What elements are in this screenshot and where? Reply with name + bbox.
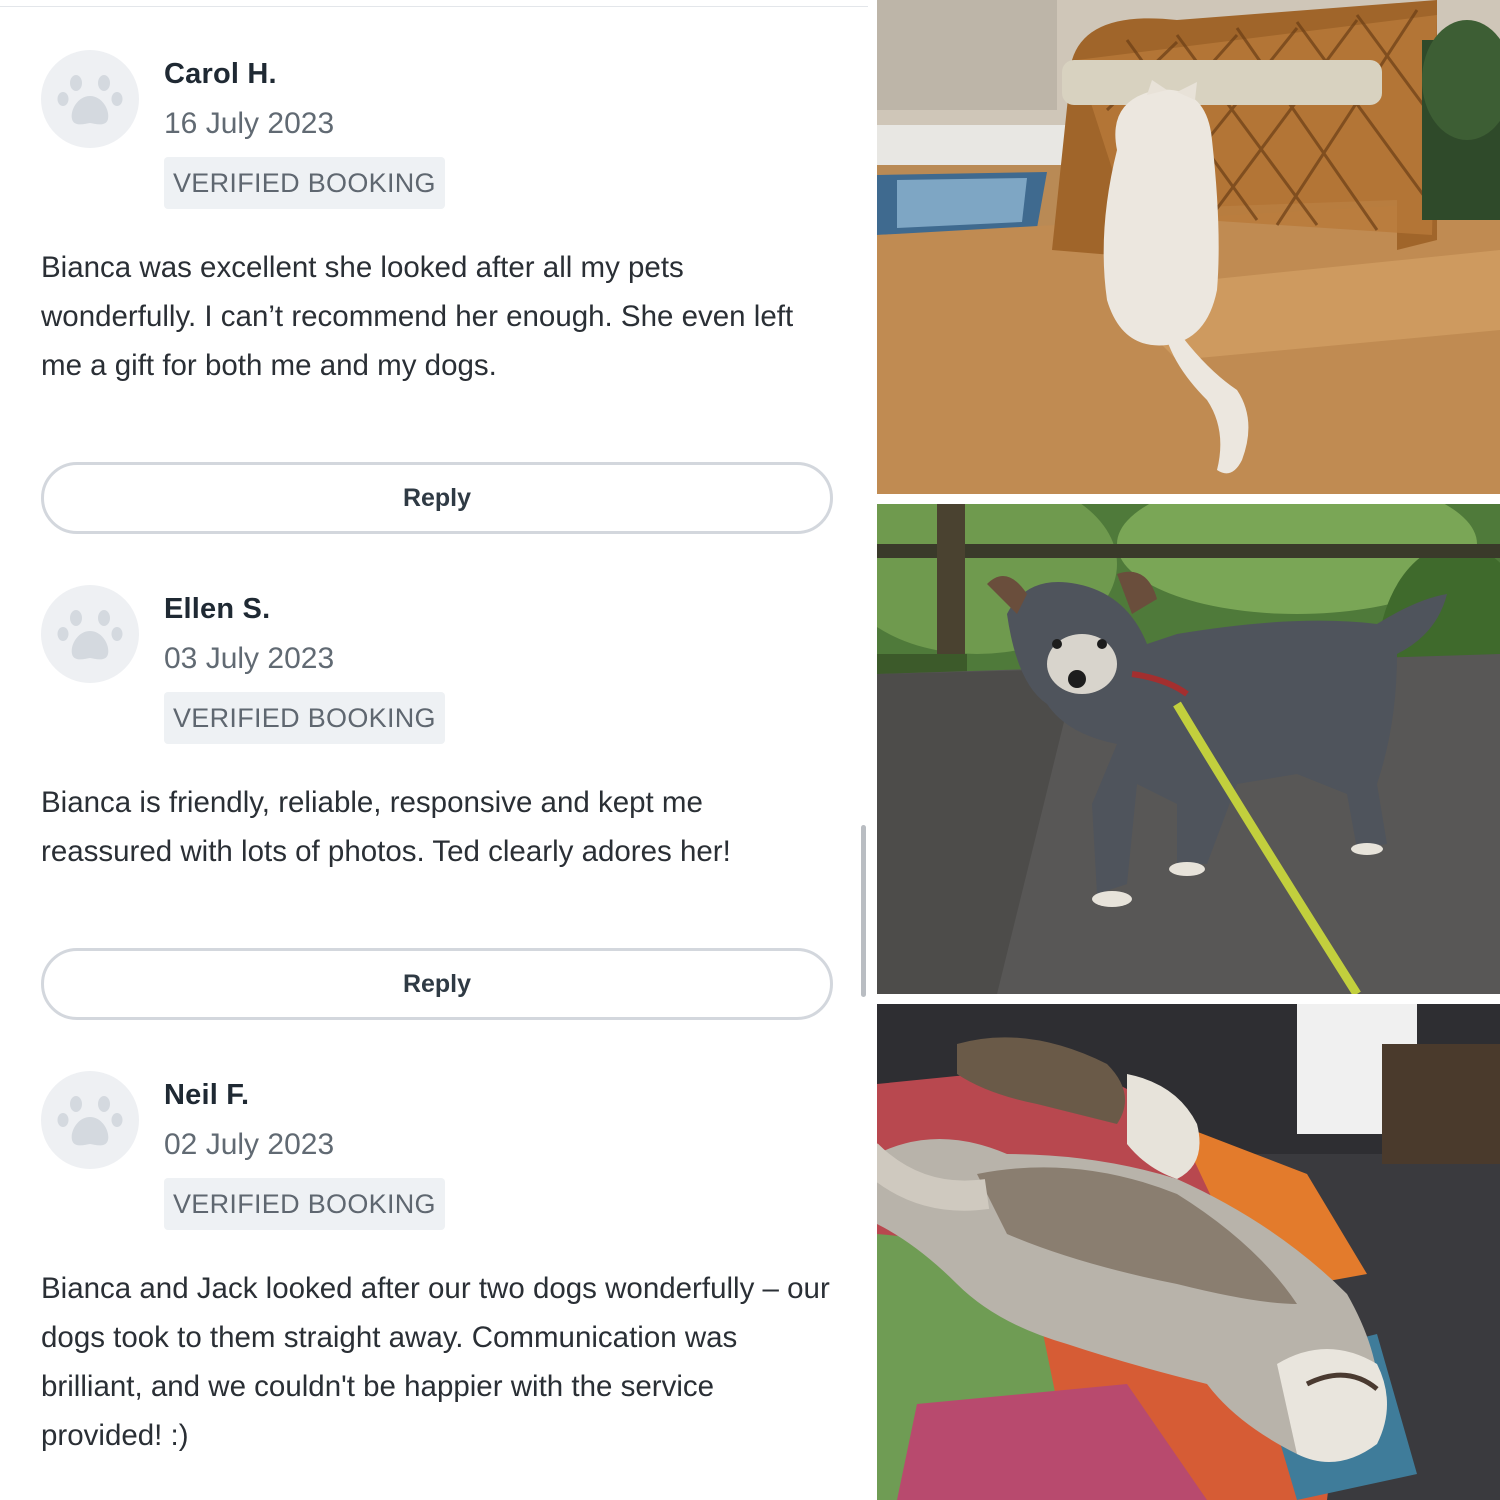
review-text: Bianca and Jack looked after our two dog… [41, 1272, 830, 1452]
avatar [41, 585, 139, 683]
terrier-photo [877, 504, 1500, 994]
cat-photo-image [877, 0, 1500, 494]
reply-button[interactable]: Reply [41, 462, 833, 534]
paw-icon [57, 610, 123, 660]
review-date: 16 July 2023 [164, 107, 335, 140]
verified-badge: VERIFIED BOOKING [164, 1178, 445, 1230]
scrollbar-thumb[interactable] [861, 825, 866, 997]
reviewer-name: Neil F. [164, 1079, 250, 1111]
reply-button-label: Reply [402, 970, 472, 998]
review-date: 02 July 2023 [164, 1128, 335, 1161]
avatar [41, 1071, 139, 1169]
avatar [41, 50, 139, 148]
paw-icon [57, 75, 123, 125]
huskies-photo [877, 1004, 1500, 1500]
verified-badge: VERIFIED BOOKING [164, 157, 445, 209]
paw-icon [57, 1096, 123, 1146]
terrier-photo-image [877, 504, 1500, 994]
review-text: Bianca was excellent she looked after al… [41, 251, 794, 382]
review-text: Bianca is friendly, reliable, responsive… [41, 786, 731, 868]
top-divider [0, 6, 868, 7]
cat-photo [877, 0, 1500, 494]
verified-badge: VERIFIED BOOKING [164, 692, 445, 744]
huskies-photo-image [877, 1004, 1500, 1500]
review-date: 03 July 2023 [164, 642, 335, 675]
reviewer-name: Carol H. [164, 58, 277, 90]
reviews-collage: Carol H. 16 July 2023 VERIFIED BOOKING B… [0, 0, 1500, 1500]
reply-button-label: Reply [402, 484, 472, 512]
reviewer-name: Ellen S. [164, 593, 271, 625]
reply-button[interactable]: Reply [41, 948, 833, 1020]
